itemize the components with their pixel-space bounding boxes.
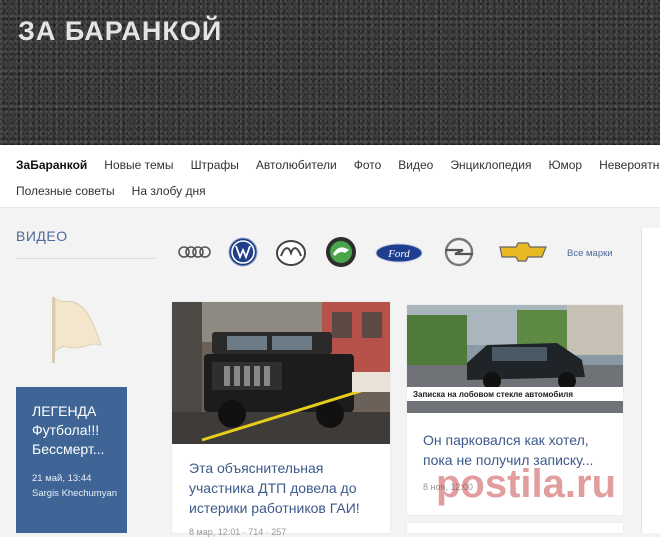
skoda-logo-icon[interactable]: [325, 236, 357, 273]
sidebar-video-card[interactable]: ЛЕГЕНДА Футбола!!! Бессмерт... 21 май, 1…: [16, 387, 127, 533]
right-sidebar-edge: [641, 228, 660, 533]
article-photo-hummer[interactable]: [172, 302, 391, 449]
nav-item-motorists[interactable]: Автолюбители: [256, 158, 337, 172]
video-author[interactable]: Sargis Khechumyan: [32, 486, 117, 501]
article-photo-parking[interactable]: Записка на лобовом стекле автомобиля: [407, 305, 623, 418]
video-date: 21 май, 13:44: [32, 473, 92, 484]
nav-item-photo[interactable]: Фото: [354, 158, 382, 172]
sidebar-title: ВИДЕО: [16, 228, 68, 244]
photo-caption: Записка на лобовом стекле автомобиля: [413, 390, 573, 399]
nav-item-hot-topics[interactable]: На злобу дня: [132, 184, 206, 198]
nav-item-useful-tips[interactable]: Полезные советы: [16, 184, 115, 198]
nav-item-new-topics[interactable]: Новые темы: [104, 158, 173, 172]
article-card-3[interactable]: [407, 523, 623, 533]
main-nav: ЗаБаранкой Новые темы Штрафы Автолюбител…: [0, 145, 660, 208]
header-banner: ЗА БАРАНКОЙ: [0, 0, 660, 145]
nav-item-humor[interactable]: Юмор: [549, 158, 583, 172]
ford-logo-icon[interactable]: Ford: [375, 243, 423, 268]
volkswagen-logo-icon[interactable]: [228, 237, 258, 272]
article-card-1[interactable]: Эта объяснительная участника ДТП довела …: [172, 302, 391, 537]
chevrolet-logo-icon[interactable]: [498, 242, 548, 267]
nav-item-fines[interactable]: Штрафы: [191, 158, 239, 172]
audi-logo-icon[interactable]: [178, 242, 212, 267]
nav-item-home[interactable]: ЗаБаранкой: [16, 158, 87, 172]
nav-item-encyclopedia[interactable]: Энциклопедия: [450, 158, 531, 172]
sidebar-divider: [16, 258, 156, 259]
sidebar-section: ВИДЕО: [16, 228, 156, 244]
flag-icon: [48, 295, 104, 370]
video-title[interactable]: ЛЕГЕНДА Футбола!!! Бессмерт...: [32, 402, 122, 459]
mazda-logo-icon[interactable]: [275, 239, 307, 272]
car-brands-strip: Ford Все марки: [178, 236, 618, 270]
nav-row-1: ЗаБаранкой Новые темы Штрафы Автолюбител…: [16, 158, 660, 172]
video-meta: 21 май, 13:44 Sargis Khechumyan: [32, 471, 117, 501]
nav-item-video[interactable]: Видео: [398, 158, 433, 172]
ford-logo-text: Ford: [387, 248, 410, 260]
nav-item-incredible[interactable]: Невероятно: [599, 158, 660, 172]
all-brands-link[interactable]: Все марки: [567, 248, 613, 259]
article-meta-1: 8 мар, 12:01 · 714 · 257: [189, 527, 287, 537]
watermark: postila.ru: [436, 462, 617, 506]
article-title-1[interactable]: Эта объяснительная участника ДТП довела …: [189, 458, 379, 518]
site-logo[interactable]: ЗА БАРАНКОЙ: [18, 16, 222, 47]
opel-logo-icon[interactable]: [443, 237, 475, 272]
nav-row-2: Полезные советы На злобу дня: [16, 184, 223, 198]
